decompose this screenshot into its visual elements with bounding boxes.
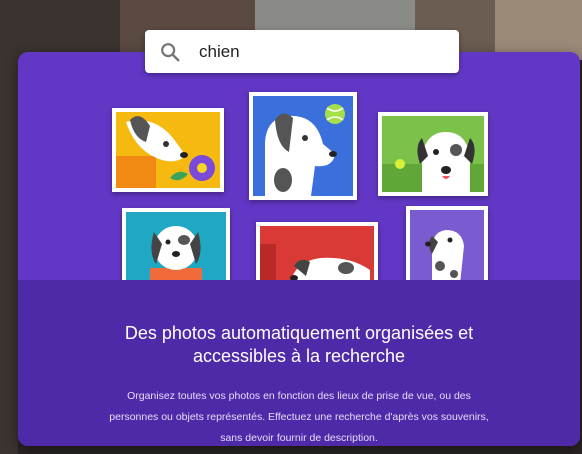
search-box[interactable]: chien	[145, 30, 459, 73]
dog-illustration	[382, 116, 484, 192]
search-icon	[161, 43, 180, 62]
photo-tile-blue-dog	[249, 92, 357, 200]
photo-tile-teal-dog	[122, 208, 230, 288]
photo-tile-yellow-dog	[112, 108, 224, 192]
photo-tile-green-dog	[378, 112, 488, 196]
promo-description-line1: Organisez toutes vos photos en fonction …	[127, 390, 471, 402]
promo-description-line2: personnes ou objets représentés. Effectu…	[109, 411, 489, 423]
dog-illustration	[410, 210, 484, 284]
promo-description-line3: sans devoir fournir de description.	[220, 432, 378, 444]
photo-tile-red-dog	[256, 222, 378, 288]
dog-illustration	[126, 212, 226, 284]
promo-headline-line2: accessibles à la recherche	[192, 346, 406, 366]
dog-illustration	[260, 226, 374, 284]
dog-illustration	[253, 96, 353, 196]
photo-tile-violet-dog	[406, 206, 488, 288]
dog-illustration	[116, 112, 220, 188]
promo-card: Des photos automatiquement organisées et…	[18, 52, 580, 446]
promo-headline-line1: Des photos automatiquement organisées et	[124, 323, 474, 343]
promo-headline: Des photos automatiquement organisées et…	[18, 322, 580, 368]
search-query[interactable]: chien	[199, 42, 240, 62]
promo-description: Organisez toutes vos photos en fonction …	[18, 386, 580, 446]
